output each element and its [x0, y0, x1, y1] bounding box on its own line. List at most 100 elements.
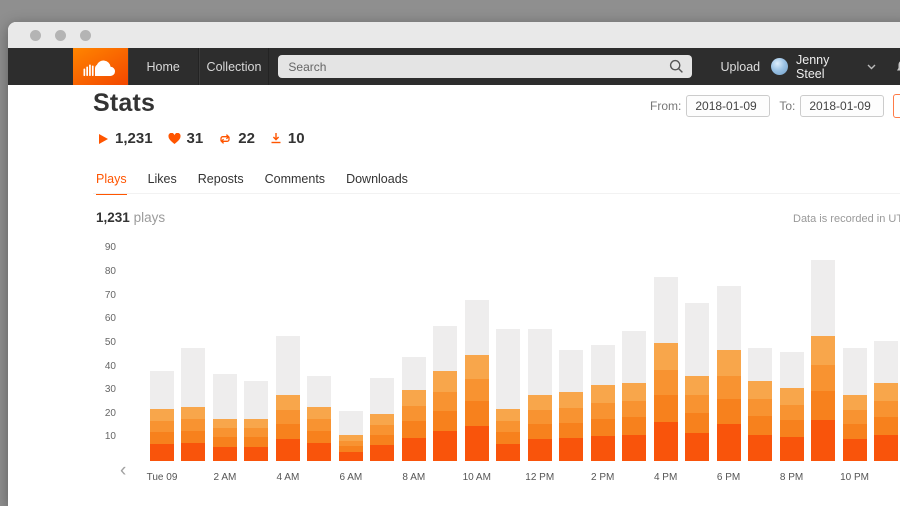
bar-segment-other — [433, 326, 457, 371]
upload-button[interactable]: Upload — [720, 60, 760, 74]
bar-segment-track-0 — [559, 392, 583, 408]
chart-bar-hour-1[interactable] — [181, 348, 205, 461]
chart-bar-hour-0[interactable] — [150, 371, 174, 461]
y-axis-label: 40 — [104, 361, 116, 373]
bar-segment-other — [874, 341, 898, 384]
chart-bar-hour-16[interactable] — [654, 277, 678, 461]
chart-bar-hour-3[interactable] — [244, 381, 268, 461]
bar-segment-track-3 — [181, 443, 205, 461]
chart-bar-hour-21[interactable] — [811, 260, 835, 461]
repost-icon — [218, 133, 232, 145]
nav-home-label: Home — [146, 60, 179, 74]
chart-bar-hour-10[interactable] — [465, 300, 489, 461]
y-axis-label: 90 — [104, 242, 116, 254]
chart-bar-hour-5[interactable] — [307, 376, 331, 461]
bar-segment-track-2 — [591, 419, 615, 436]
chart-bar-hour-2[interactable] — [213, 374, 237, 461]
notifications-bell-icon[interactable] — [895, 59, 900, 75]
nav-item-home[interactable]: Home — [128, 48, 199, 85]
nav-right: Upload Jenny Steel — [720, 48, 900, 85]
stats-tabs: Plays Likes Reposts Comments Downloads — [96, 172, 408, 195]
chart-bar-hour-18[interactable] — [717, 286, 741, 461]
bar-segment-track-3 — [276, 439, 300, 461]
from-date-input[interactable] — [686, 95, 770, 117]
bar-segment-track-1 — [433, 392, 457, 411]
chart-bar-hour-6[interactable] — [339, 411, 363, 461]
nav-spacer — [8, 48, 73, 85]
bar-segment-track-1 — [811, 365, 835, 391]
bar-segment-track-1 — [874, 401, 898, 417]
bar-segment-track-1 — [843, 410, 867, 424]
bar-segment-track-1 — [276, 410, 300, 424]
chart-bar-hour-11[interactable] — [496, 329, 520, 461]
nav-collection-label: Collection — [207, 60, 262, 74]
tab-reposts[interactable]: Reposts — [198, 172, 244, 195]
chart-bar-hour-20[interactable] — [780, 352, 804, 461]
today-button[interactable]: Today — [893, 94, 900, 118]
bar-segment-track-0 — [780, 388, 804, 405]
bar-segment-track-3 — [654, 422, 678, 461]
play-icon — [98, 133, 109, 145]
window-dot[interactable] — [80, 30, 91, 41]
tab-likes[interactable]: Likes — [148, 172, 177, 195]
chart-bar-hour-15[interactable] — [622, 331, 646, 461]
avatar[interactable] — [771, 58, 788, 75]
chart-bar-hour-9[interactable] — [433, 326, 457, 461]
engagement-value: 22 — [238, 130, 255, 147]
y-axis-label: 70 — [104, 290, 116, 302]
x-axis-label: 8 AM — [402, 472, 425, 483]
bar-segment-track-3 — [433, 431, 457, 461]
soundcloud-logo[interactable] — [73, 48, 128, 85]
tab-plays[interactable]: Plays — [96, 172, 127, 195]
window-dot[interactable] — [30, 30, 41, 41]
bar-segment-track-0 — [622, 383, 646, 401]
chart-bar-hour-14[interactable] — [591, 345, 615, 461]
chart-bar-hour-7[interactable] — [370, 378, 394, 461]
bar-segment-other — [276, 336, 300, 395]
chart-bar-hour-12[interactable] — [528, 329, 552, 461]
bar-segment-track-1 — [591, 403, 615, 419]
download-icon — [270, 132, 282, 145]
bar-segment-track-3 — [244, 447, 268, 461]
utc-note: Data is recorded in UTC time — [793, 213, 900, 225]
bar-segment-track-3 — [874, 435, 898, 461]
username[interactable]: Jenny Steel — [796, 53, 861, 81]
tab-comments[interactable]: Comments — [265, 172, 325, 195]
plays-summary: 1,231 plays — [96, 210, 165, 225]
bar-segment-track-2 — [717, 399, 741, 425]
bar-segment-track-3 — [622, 435, 646, 461]
bar-segment-other — [402, 357, 426, 390]
bar-segment-track-2 — [370, 435, 394, 446]
bar-segment-other — [654, 277, 678, 343]
nav-item-collection[interactable]: Collection — [199, 48, 270, 85]
x-axis-label: 10 AM — [463, 472, 491, 483]
x-axis-label: 8 PM — [780, 472, 803, 483]
to-date-input[interactable] — [800, 95, 884, 117]
chart-bar-hour-8[interactable] — [402, 357, 426, 461]
bar-segment-other — [591, 345, 615, 385]
window-dot[interactable] — [55, 30, 66, 41]
chart-bar-hour-23[interactable] — [874, 341, 898, 461]
bar-segment-other — [244, 381, 268, 419]
chart-bar-hour-22[interactable] — [843, 348, 867, 461]
bar-segment-track-0 — [244, 419, 268, 429]
tab-downloads[interactable]: Downloads — [346, 172, 408, 195]
search-icon[interactable] — [669, 59, 684, 79]
bar-segment-track-2 — [559, 423, 583, 439]
chart-bar-hour-19[interactable] — [748, 348, 772, 461]
bar-segment-track-1 — [402, 406, 426, 421]
bar-segment-track-1 — [717, 376, 741, 399]
search-input[interactable] — [278, 55, 692, 78]
engagement-item: 31 — [168, 130, 204, 147]
chart-bar-hour-17[interactable] — [685, 303, 709, 461]
x-axis-label: 6 PM — [717, 472, 740, 483]
bar-segment-track-2 — [181, 431, 205, 444]
soundcloud-cloud-icon — [83, 56, 117, 78]
chart-bar-hour-13[interactable] — [559, 350, 583, 461]
bar-segment-track-1 — [496, 421, 520, 432]
chart-bar-hour-4[interactable] — [276, 336, 300, 461]
bar-segment-track-1 — [654, 370, 678, 395]
chevron-down-icon[interactable] — [867, 64, 876, 70]
bar-segment-track-3 — [559, 438, 583, 461]
x-axis-label: 12 PM — [525, 472, 554, 483]
